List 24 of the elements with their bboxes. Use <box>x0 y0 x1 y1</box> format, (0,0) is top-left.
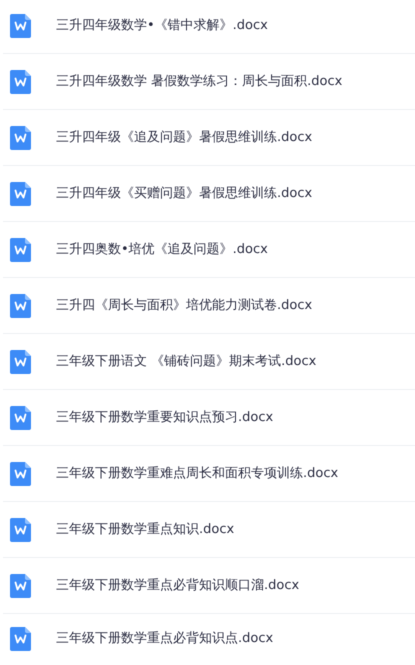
file-name[interactable]: 三年级下册语文 《铺砖问题》期末考试.docx <box>56 352 316 372</box>
file-name[interactable]: 三升四年级数学 暑假数学练习：周长与面积.docx <box>56 72 342 92</box>
document-icon <box>10 518 31 542</box>
document-icon <box>10 350 31 374</box>
file-name[interactable]: 三年级下册数学重点必背知识顺口溜.docx <box>56 576 300 596</box>
document-icon <box>10 182 31 206</box>
file-name[interactable]: 三年级下册数学重要知识点预习.docx <box>56 408 274 428</box>
document-icon <box>10 70 31 94</box>
file-name[interactable]: 三升四《周长与面积》培优能力测试卷.docx <box>56 296 312 316</box>
file-name[interactable]: 三升四奥数•培优《追及问题》.docx <box>56 240 268 260</box>
file-name[interactable]: 三年级下册数学重点必背知识点.docx <box>56 629 274 649</box>
file-name[interactable]: 三升四年级数学•《错中求解》.docx <box>56 16 268 36</box>
document-icon <box>10 462 31 486</box>
document-icon <box>10 126 31 150</box>
file-name[interactable]: 三年级下册数学重难点周长和面积专项训练.docx <box>56 464 338 484</box>
document-icon <box>10 406 31 430</box>
file-name[interactable]: 三年级下册数学重点知识.docx <box>56 520 234 540</box>
file-name[interactable]: 三升四年级《买赠问题》暑假思维训练.docx <box>56 184 312 204</box>
document-icon <box>10 294 31 318</box>
document-icon <box>10 238 31 262</box>
document-icon <box>10 574 31 598</box>
document-icon <box>10 14 31 38</box>
file-name[interactable]: 三升四年级《追及问题》暑假思维训练.docx <box>56 128 312 148</box>
document-icon <box>10 627 31 651</box>
